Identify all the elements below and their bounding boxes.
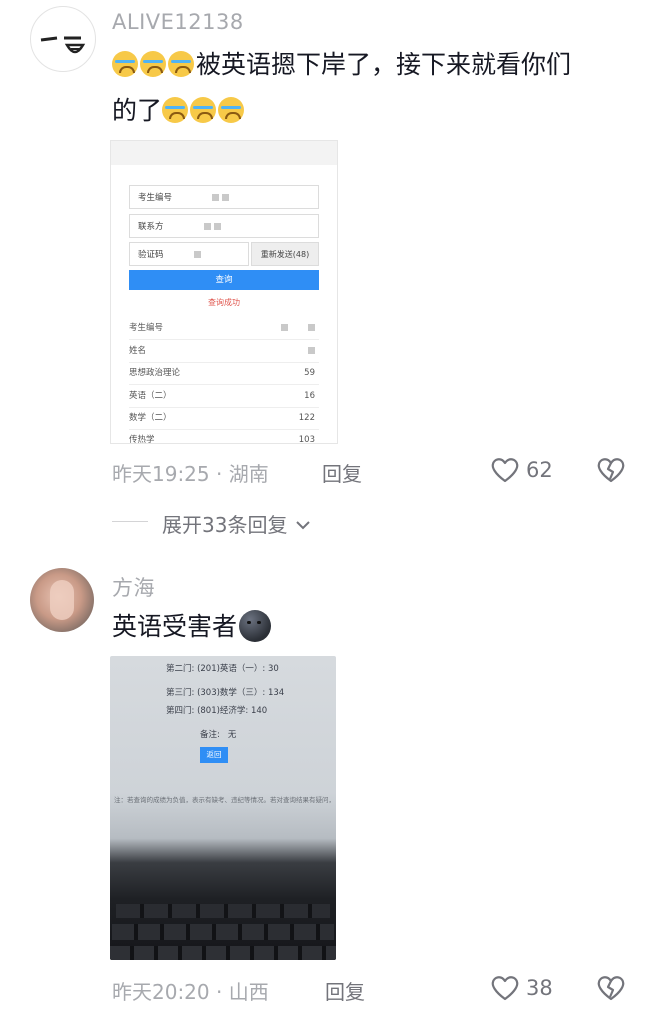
reply-button[interactable]: 回复 — [325, 976, 365, 1005]
crying-emoji-icon — [162, 97, 189, 123]
comment-time: 昨天20:20 · 山西 — [112, 980, 269, 1004]
score-row: 考生编号 — [129, 317, 319, 340]
form-field: 验证码 — [129, 242, 249, 266]
like-button[interactable]: 62 — [490, 454, 560, 486]
crying-emoji-icon — [112, 51, 138, 77]
query-success-text: 查询成功 — [208, 298, 240, 307]
comment-text-tail: 的了 — [112, 96, 163, 125]
like-count: 62 — [526, 458, 553, 482]
chevron-down-icon — [296, 521, 310, 530]
score-row: 数学（二） 122 — [129, 407, 319, 430]
avatar-photo — [50, 580, 74, 620]
photo-text-line: 第四门: (801)经济学: 140 — [166, 706, 268, 716]
score-row: 传热学 103 — [129, 435, 315, 444]
comment-username[interactable]: 方海 — [112, 572, 155, 602]
photo-note: 备注: 无 — [200, 730, 237, 740]
comment-text-main: 英语受害者 — [112, 612, 238, 641]
score-row: 姓名 — [129, 340, 319, 363]
photo-keyboard — [110, 894, 336, 960]
comment-text-main: 被英语摁下岸了，接下来就看你们 — [196, 50, 572, 79]
comment-text: 被英语摁下岸了，接下来就看你们 的了 — [112, 42, 642, 134]
comment-location: 山西 — [228, 980, 269, 1004]
crying-emoji-icon — [140, 51, 166, 77]
comment-image[interactable]: 考生编号 联系方 验证码 重新发送(48) 查询 查询成功 考生编号 姓名 思想… — [110, 140, 338, 444]
like-count: 38 — [526, 976, 553, 1000]
avatar-face-icon — [40, 36, 86, 54]
dislike-button[interactable] — [596, 456, 626, 484]
crying-emoji-icon — [168, 51, 194, 77]
avatar[interactable] — [30, 6, 96, 72]
comment-image[interactable]: 第二门: (201)英语（一）: 30 第三门: (303)数学（三）: 134… — [110, 656, 336, 960]
comment-time: 昨天19:25 · 湖南 — [112, 462, 269, 486]
dislike-button[interactable] — [596, 974, 626, 1002]
form-field: 联系方 — [129, 214, 319, 238]
crying-emoji-icon — [218, 97, 245, 123]
query-button: 查询 — [129, 270, 319, 290]
crying-emoji-icon — [190, 97, 217, 123]
heart-icon — [491, 976, 519, 1001]
avatar[interactable] — [30, 568, 94, 632]
comment-text: 英语受害者 — [112, 604, 272, 650]
comment-username[interactable]: ALIVE12138 — [112, 10, 244, 34]
resend-button: 重新发送(48) — [251, 242, 319, 266]
like-button[interactable]: 38 — [490, 972, 560, 1004]
photo-text-line: 第二门: (201)英语（一）: 30 — [166, 664, 279, 674]
image-topbar — [111, 141, 337, 165]
reply-button[interactable]: 回复 — [322, 458, 362, 487]
expand-replies-label: 展开33条回复 — [162, 513, 288, 537]
photo-text-line: 第三门: (303)数学（三）: 134 — [166, 688, 285, 698]
heart-icon — [491, 458, 519, 483]
photo-footer-note: 注：若查询的成绩为负值，表示有缺考、违纪等情况。若对查询结果有疑问， — [114, 796, 335, 804]
broken-heart-icon — [597, 976, 625, 1001]
expand-replies-button[interactable]: 展开33条回复 — [162, 509, 312, 538]
comment-location: 湖南 — [228, 462, 269, 486]
score-row: 思想政治理论 59 — [129, 362, 319, 385]
score-row: 英语（二） 16 — [129, 385, 319, 408]
broken-heart-icon — [597, 458, 625, 483]
new-moon-face-emoji-icon — [239, 610, 272, 642]
photo-back-button: 返回 — [200, 747, 228, 763]
expand-divider — [112, 521, 148, 522]
form-field: 考生编号 — [129, 185, 319, 209]
